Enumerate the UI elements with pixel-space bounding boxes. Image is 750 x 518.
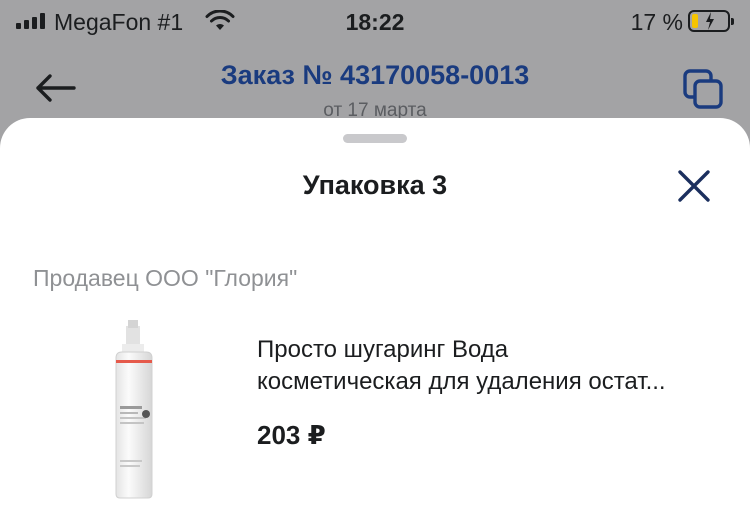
copy-icon[interactable] <box>682 68 724 110</box>
status-bar: MegaFon #1 18:22 17 % <box>0 0 750 44</box>
close-icon[interactable] <box>676 168 712 204</box>
product-name-line: косметическая для удаления остат... <box>257 368 666 395</box>
battery-fill <box>692 14 698 28</box>
product-price: 203 ₽ <box>257 420 326 450</box>
product-image[interactable] <box>98 320 194 500</box>
battery-icon <box>688 10 734 32</box>
charging-bolt-icon <box>706 12 714 30</box>
package-sheet: Упаковка 3 Продавец ООО "Глория" Просто … <box>0 118 750 518</box>
seller-name: Продавец ООО "Глория" <box>33 265 298 291</box>
order-title: Заказ № 43170058-0013 <box>220 60 530 90</box>
sheet-title: Упаковка 3 <box>302 170 448 200</box>
order-header: Заказ № 43170058-0013 от 17 марта <box>0 44 750 124</box>
sheet-grabber[interactable] <box>343 134 407 143</box>
battery-percent: 17 % <box>630 9 683 35</box>
product-name[interactable]: Просто шугаринг Вода косметическая для у… <box>257 334 727 398</box>
product-name-line: Просто шугаринг Вода <box>257 336 509 363</box>
